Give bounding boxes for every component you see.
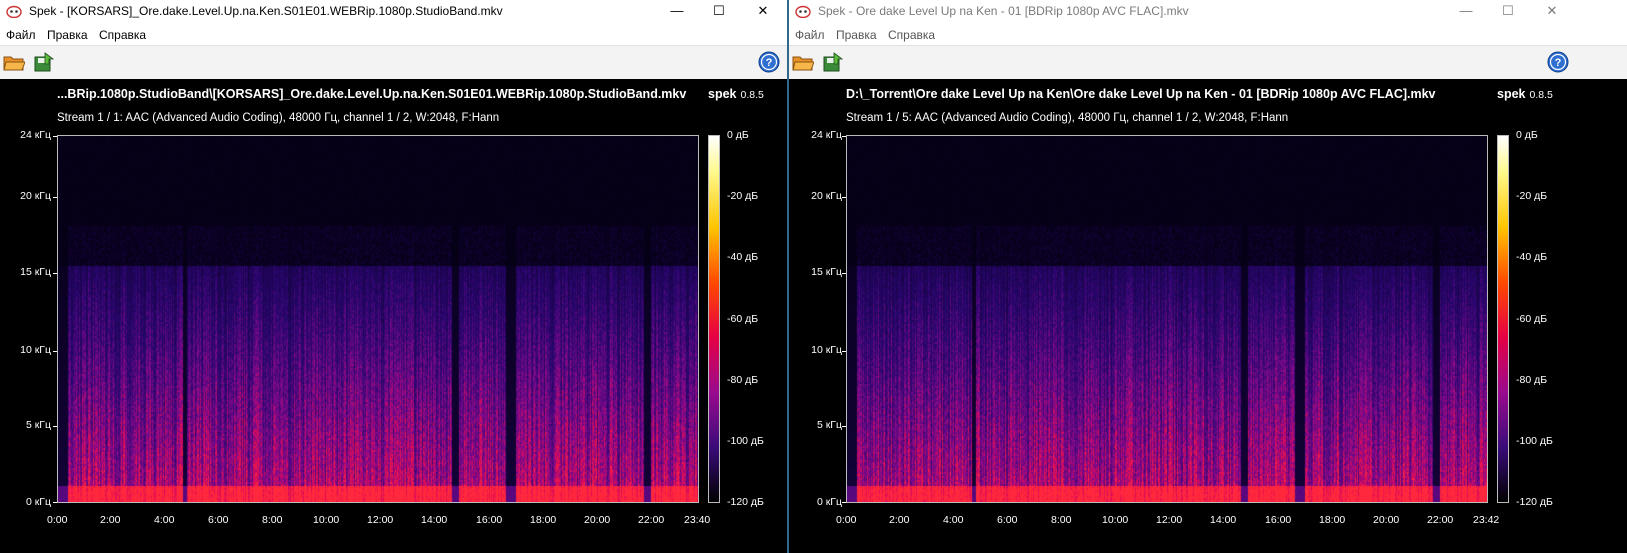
time-tick-label: 16:00 (476, 514, 503, 526)
db-tick-label: -120 дБ (727, 496, 764, 508)
menu-file[interactable]: Файл (6, 23, 36, 47)
time-tick-label: 22:00 (1427, 514, 1454, 526)
spek-app-icon (6, 5, 22, 18)
db-tick-label: 0 дБ (727, 129, 749, 141)
time-tick-label: 2:00 (889, 514, 910, 526)
menu-help[interactable]: Справка (888, 23, 935, 47)
stream-info: Stream 1 / 5: AAC (Advanced Audio Coding… (846, 112, 1289, 124)
spek-window-left: Spek - [KORSARS]_Ore.dake.Level.Up.na.Ke… (0, 0, 787, 553)
db-tick-label: -120 дБ (1516, 496, 1553, 508)
menu-help[interactable]: Справка (99, 23, 146, 47)
close-icon[interactable]: ✕ (1530, 0, 1574, 23)
menu-edit[interactable]: Правка (836, 23, 877, 47)
menu-bar: Файл Правка Справка (0, 23, 787, 45)
minimize-icon[interactable]: — (1444, 0, 1488, 23)
folder-open-icon[interactable] (792, 51, 814, 73)
freq-tick-label: 24 кГц (20, 129, 51, 141)
help-icon[interactable]: ? (1547, 51, 1569, 73)
freq-tick-label: 20 кГц (20, 190, 51, 202)
time-tick-label: 4:00 (154, 514, 175, 526)
title-bar[interactable]: Spek - [KORSARS]_Ore.dake.Level.Up.na.Ke… (0, 0, 787, 23)
spek-app-icon (795, 5, 811, 18)
time-tick-label: 18:00 (1319, 514, 1346, 526)
spectrogram-plot (846, 135, 1488, 503)
file-path-label: ...BRip.1080p.StudioBand\[KORSARS]_Ore.d… (57, 87, 687, 101)
spek-logo: spek 0.8.5 (1497, 87, 1553, 101)
freq-tick-label: 15 кГц (811, 266, 842, 278)
freq-tick-label: 0 кГц (25, 496, 51, 508)
time-tick-label: 6:00 (208, 514, 229, 526)
time-tick-label: 10:00 (313, 514, 340, 526)
db-tick-label: -80 дБ (727, 374, 759, 386)
time-tick-label: 8:00 (1051, 514, 1072, 526)
time-tick-label: 2:00 (100, 514, 121, 526)
time-tick-label: 22:00 (638, 514, 665, 526)
db-tick-label: 0 дБ (1516, 129, 1538, 141)
freq-tick-label: 0 кГц (816, 496, 842, 508)
window-title: Spek - [KORSARS]_Ore.dake.Level.Up.na.Ke… (29, 4, 503, 18)
time-tick-label: 12:00 (367, 514, 394, 526)
db-tick-label: -100 дБ (1516, 435, 1553, 447)
save-export-icon[interactable] (33, 51, 55, 73)
db-tick-label: -20 дБ (727, 190, 759, 202)
help-icon[interactable]: ? (758, 51, 780, 73)
db-tick-label: -20 дБ (1516, 190, 1548, 202)
freq-tick-label: 5 кГц (25, 419, 51, 431)
time-tick-label: 6:00 (997, 514, 1018, 526)
freq-tick-label: 24 кГц (811, 129, 842, 141)
time-tick-label: 14:00 (1210, 514, 1237, 526)
time-tick-label: 23:42 (1473, 514, 1500, 526)
time-tick-label: 20:00 (1373, 514, 1400, 526)
toolbar: ? (0, 45, 787, 80)
svg-text:?: ? (766, 57, 773, 69)
freq-tick-label: 10 кГц (811, 344, 842, 356)
spek-window-right: Spek - Ore dake Level Up na Ken - 01 [BD… (789, 0, 1627, 553)
folder-open-icon[interactable] (3, 51, 25, 73)
time-tick-label: 12:00 (1156, 514, 1183, 526)
time-tick-label: 16:00 (1265, 514, 1292, 526)
time-tick-label: 8:00 (262, 514, 283, 526)
maximize-icon[interactable]: ☐ (697, 0, 741, 23)
menu-edit[interactable]: Правка (47, 23, 88, 47)
db-tick-label: -80 дБ (1516, 374, 1548, 386)
toolbar: ? (789, 45, 1627, 80)
time-tick-label: 0:00 (836, 514, 857, 526)
menu-file[interactable]: Файл (795, 23, 825, 47)
file-path-label: D:\_Torrent\Ore dake Level Up na Ken\Ore… (846, 87, 1436, 101)
freq-tick-label: 5 кГц (816, 419, 842, 431)
db-tick-label: -60 дБ (1516, 313, 1548, 325)
time-tick-label: 0:00 (47, 514, 68, 526)
time-tick-label: 23:40 (684, 514, 711, 526)
freq-tick-label: 10 кГц (20, 344, 51, 356)
time-tick-label: 10:00 (1102, 514, 1129, 526)
db-colorbar (1497, 135, 1509, 503)
freq-tick-label: 20 кГц (811, 190, 842, 202)
window-title: Spek - Ore dake Level Up na Ken - 01 [BD… (818, 4, 1189, 18)
spectrogram-plot (57, 135, 699, 503)
stream-info: Stream 1 / 1: AAC (Advanced Audio Coding… (57, 112, 500, 124)
menu-bar: Файл Правка Справка (789, 23, 1627, 45)
db-tick-label: -40 дБ (727, 251, 759, 263)
spectrogram-panel: D:\_Torrent\Ore dake Level Up na Ken\Ore… (789, 79, 1627, 553)
svg-text:?: ? (1555, 57, 1562, 69)
db-tick-label: -60 дБ (727, 313, 759, 325)
db-colorbar (708, 135, 720, 503)
title-bar[interactable]: Spek - Ore dake Level Up na Ken - 01 [BD… (789, 0, 1627, 23)
db-tick-label: -40 дБ (1516, 251, 1548, 263)
spectrogram-panel: ...BRip.1080p.StudioBand\[KORSARS]_Ore.d… (0, 79, 787, 553)
minimize-icon[interactable]: — (655, 0, 699, 23)
freq-tick-label: 15 кГц (20, 266, 51, 278)
time-tick-label: 18:00 (530, 514, 557, 526)
close-icon[interactable]: ✕ (741, 0, 785, 23)
save-export-icon[interactable] (822, 51, 844, 73)
maximize-icon[interactable]: ☐ (1486, 0, 1530, 23)
time-tick-label: 14:00 (421, 514, 448, 526)
time-tick-label: 20:00 (584, 514, 611, 526)
time-tick-label: 4:00 (943, 514, 964, 526)
db-tick-label: -100 дБ (727, 435, 764, 447)
spek-logo: spek 0.8.5 (708, 87, 764, 101)
